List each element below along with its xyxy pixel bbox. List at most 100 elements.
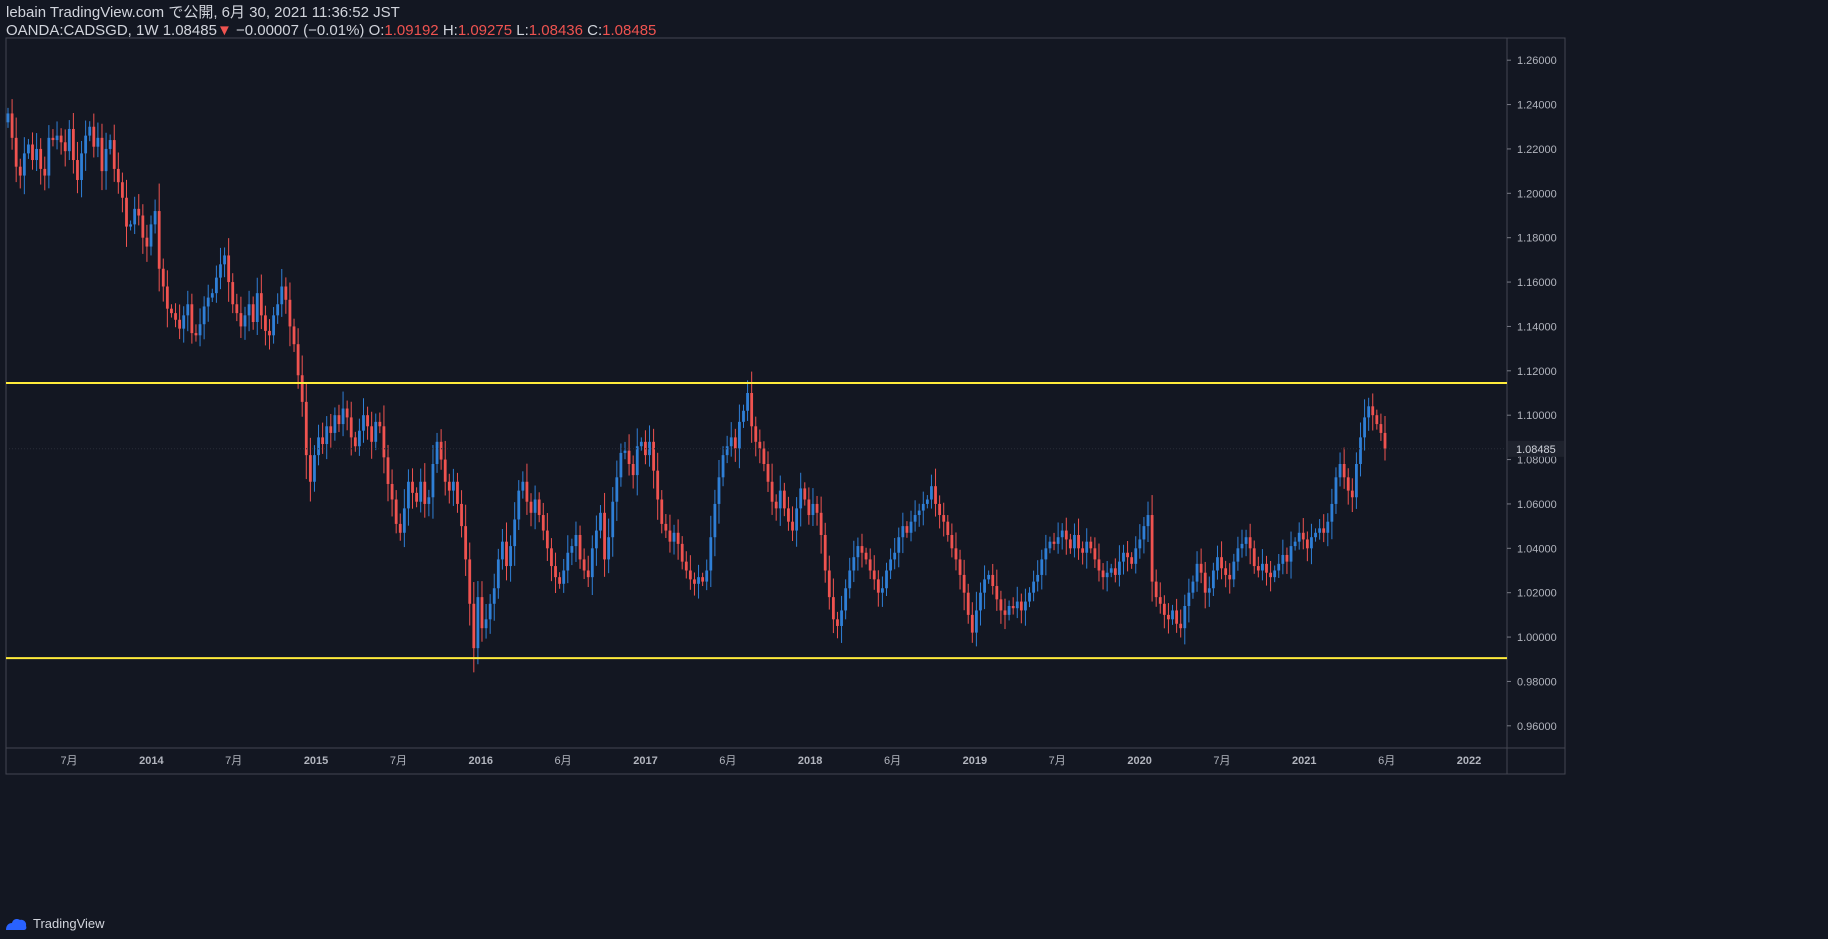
candle-down (10, 113, 14, 138)
candle-up (1216, 557, 1219, 571)
candle-up (611, 501, 615, 538)
candle-up (435, 441, 439, 464)
candle-up (844, 588, 848, 611)
candle-down (807, 499, 811, 516)
candle-down (827, 570, 831, 598)
candle-down (525, 481, 529, 502)
candle-down (762, 448, 766, 464)
candle-up (1211, 570, 1215, 589)
candle-down (1220, 557, 1223, 569)
x-tick-label: 2016 (469, 755, 493, 767)
candle-down (1203, 572, 1207, 593)
candle-up (738, 421, 741, 449)
candle-down (680, 543, 684, 562)
candle-up (1232, 561, 1236, 580)
candle-down (1265, 563, 1268, 573)
candle-up (362, 415, 365, 431)
candle-down (578, 535, 582, 560)
tradingview-logo-icon (6, 918, 27, 930)
candle-down (239, 313, 243, 327)
candle-up (501, 541, 504, 560)
candle-up (1314, 532, 1317, 538)
candle-down (480, 597, 484, 629)
candle-down (656, 470, 660, 500)
candle-up (492, 588, 496, 604)
candle-down (39, 148, 43, 169)
candle-down (398, 523, 402, 533)
candle-up (746, 393, 749, 411)
candle-down (537, 499, 541, 516)
candle-up (893, 552, 897, 560)
x-tick-label: 2020 (1127, 755, 1151, 767)
candle-up (427, 497, 431, 504)
candle-up (517, 490, 521, 520)
candle-up (1359, 437, 1362, 464)
candle-up (852, 557, 856, 571)
candlestick-chart[interactable]: 0.96000 0.98000 1.00000 1.02000 1.04000 1.060… (0, 0, 1828, 939)
candle-down (1130, 557, 1134, 564)
candle-down (1305, 539, 1309, 549)
y-tick-label: 0.98000 (1517, 676, 1557, 688)
candle-down (1199, 563, 1203, 573)
candle-up (27, 144, 30, 154)
candle-down (76, 160, 79, 180)
candle-up (182, 315, 186, 329)
candle-up (930, 486, 933, 500)
candle-up (513, 519, 517, 547)
candle-down (872, 570, 876, 580)
candle-down (970, 614, 974, 633)
candle-up (1261, 563, 1264, 571)
candle-down (382, 426, 386, 458)
candle-up (1024, 601, 1027, 611)
candle-down (1126, 552, 1129, 558)
current-price-label: 1.08485 (1516, 444, 1556, 456)
candle-up (202, 306, 206, 325)
candle-up (198, 324, 202, 336)
candle-up (1146, 515, 1150, 527)
candle-up (1183, 606, 1187, 629)
candle-up (47, 137, 51, 176)
tradingview-branding[interactable]: TradingView (4, 916, 105, 931)
candle-up (214, 277, 218, 294)
candle-up (1138, 539, 1142, 549)
candle-up (974, 610, 978, 633)
candle-up (255, 293, 259, 322)
candle-down (468, 559, 472, 604)
candle-down (1224, 568, 1228, 575)
candle-up (484, 619, 488, 629)
candle-down (860, 546, 864, 553)
candle-down (288, 299, 292, 327)
candle-up (925, 499, 929, 504)
candle-down (1089, 541, 1093, 549)
candle-up (104, 148, 108, 172)
candle-down (1052, 541, 1056, 544)
candle-down (950, 535, 954, 549)
candle-up (1354, 464, 1358, 498)
candle-down (178, 319, 182, 329)
candle-down (386, 457, 390, 484)
y-tick-label: 1.06000 (1517, 499, 1557, 511)
candle-down (264, 315, 267, 331)
candle-down (321, 437, 325, 445)
candle-up (721, 455, 725, 478)
candle-up (1171, 610, 1174, 620)
candle-up (247, 304, 251, 316)
x-tick-label: 6月 (719, 755, 736, 767)
candle-up (566, 552, 570, 571)
candle-down (1154, 581, 1158, 598)
candle-down (1285, 554, 1289, 562)
candle-up (1040, 559, 1044, 575)
candle-up (1191, 581, 1195, 593)
candle-down (161, 268, 165, 287)
candle-up (1118, 561, 1121, 575)
candle-down (529, 501, 533, 513)
candle-up (153, 211, 157, 225)
candle-up (1240, 543, 1244, 549)
candle-down (1346, 477, 1350, 491)
candle-down (815, 503, 819, 513)
candle-down (296, 344, 300, 376)
candle-down (1342, 464, 1346, 478)
candle-down (754, 426, 758, 442)
candle-down (836, 619, 839, 626)
plot-frame (5, 37, 1566, 775)
